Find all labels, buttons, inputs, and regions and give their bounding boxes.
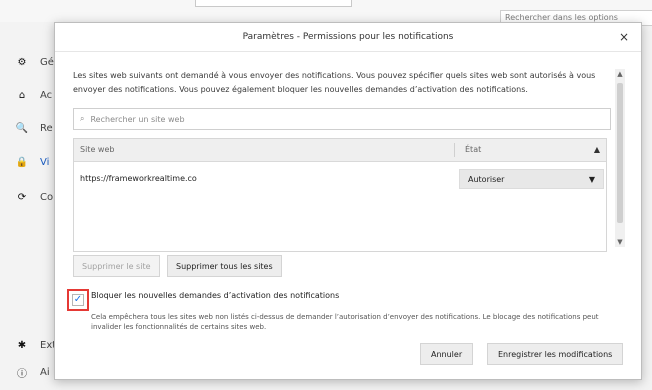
site-url: https://frameworkrealtime.co [80, 174, 197, 183]
dialog-title: Paramètres - Permissions pour les notifi… [242, 32, 454, 42]
highlight-box: ✓ [67, 289, 89, 311]
dialog-description: Les sites web suivants ont demandé à vou… [73, 71, 596, 94]
remove-site-button[interactable]: Supprimer le site [73, 255, 160, 277]
search-icon: ⌕ [80, 114, 85, 123]
cancel-button[interactable]: Annuler [420, 343, 474, 365]
permission-select[interactable]: Autoriser ▼ [459, 169, 604, 189]
block-new-requests-help: Cela empêchera tous les sites web non li… [91, 313, 599, 331]
scroll-thumb[interactable] [617, 83, 623, 223]
save-changes-button[interactable]: Enregistrer les modifications [487, 343, 624, 365]
description-scrollbar[interactable]: ▲ ▼ [615, 69, 625, 247]
remove-all-sites-button[interactable]: Supprimer tous les sites [167, 255, 282, 277]
column-divider [454, 143, 455, 157]
site-search-placeholder: Rechercher un site web [90, 114, 185, 124]
table-header: Site web État ▲ [74, 139, 606, 162]
dialog-header: Paramètres - Permissions pour les notifi… [55, 23, 641, 52]
sites-table: Site web État ▲ https://frameworkrealtim… [73, 138, 607, 252]
scroll-down-icon[interactable]: ▼ [615, 237, 625, 247]
column-header-site[interactable]: Site web [80, 139, 114, 161]
site-search-input[interactable]: ⌕ Rechercher un site web [73, 108, 611, 130]
chevron-down-icon: ▼ [588, 174, 595, 184]
block-new-requests-checkbox[interactable]: ✓ [72, 294, 84, 306]
table-row[interactable]: https://frameworkrealtime.co Autoriser ▼ [74, 167, 606, 191]
scroll-up-icon[interactable]: ▲ [615, 69, 625, 79]
permission-value: Autoriser [468, 174, 505, 184]
notifications-permissions-dialog: Paramètres - Permissions pour les notifi… [54, 22, 642, 380]
block-new-requests-label[interactable]: Bloquer les nouvelles demandes d’activat… [91, 291, 339, 300]
sort-up-icon[interactable]: ▲ [594, 145, 600, 154]
column-header-state[interactable]: État [459, 139, 481, 161]
close-icon[interactable]: × [617, 30, 631, 44]
